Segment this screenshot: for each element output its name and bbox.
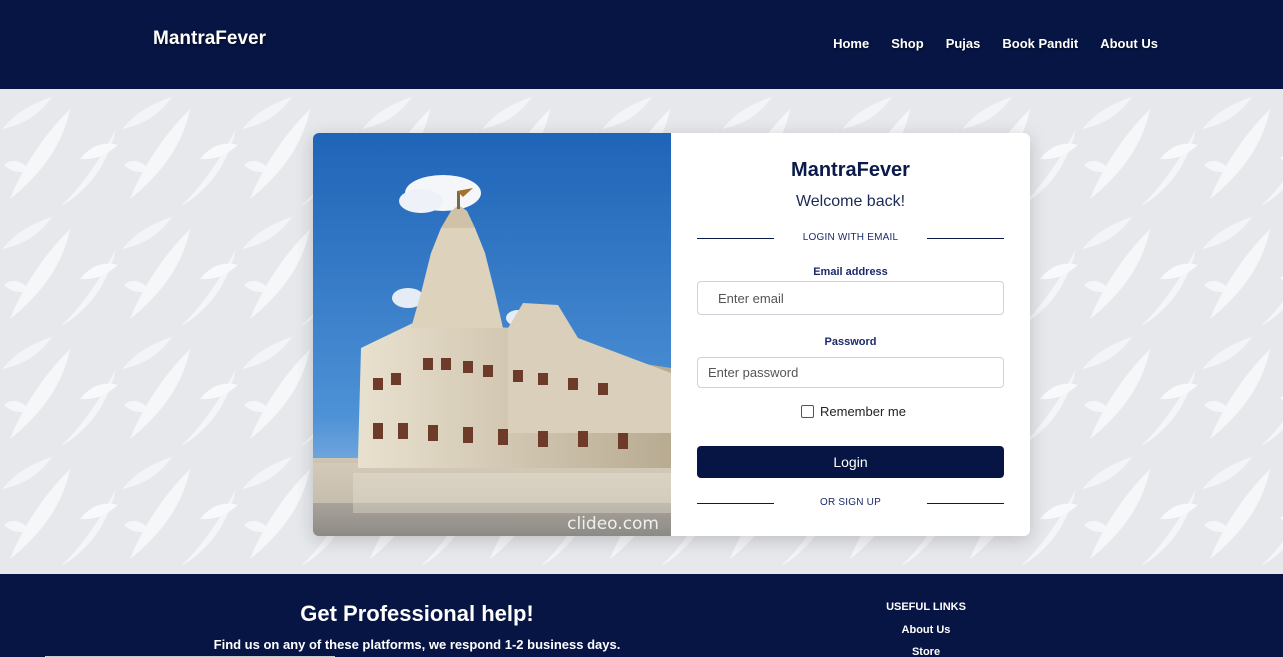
welcome-text: Welcome back! xyxy=(795,193,906,210)
password-input[interactable] xyxy=(697,357,1004,388)
divider-line xyxy=(927,503,1004,504)
nav-link-pujas[interactable]: Pujas xyxy=(946,36,981,51)
photo-watermark: clideo.com xyxy=(567,514,659,534)
password-label: Password xyxy=(824,336,877,348)
email-label: Email address xyxy=(813,266,888,278)
login-card: clideo.com MantraFever Welcome back! LOG… xyxy=(313,133,1030,536)
login-button[interactable]: Login xyxy=(697,446,1004,478)
navbar-brand[interactable]: MantraFever xyxy=(153,28,266,50)
login-form: MantraFever Welcome back! LOGIN WITH EMA… xyxy=(671,133,1030,536)
login-with-email-divider: LOGIN WITH EMAIL xyxy=(697,232,1004,246)
nav-link-book-pandit[interactable]: Book Pandit xyxy=(1002,36,1078,51)
email-input[interactable] xyxy=(697,281,1004,315)
useful-links-title: USEFUL LINKS xyxy=(886,601,966,613)
form-brand-title: MantraFever xyxy=(791,159,910,181)
help-subtitle: Find us on any of these platforms, we re… xyxy=(213,637,621,652)
nav-links: Home Shop Pujas Book Pandit About Us xyxy=(833,36,1158,51)
top-navbar: MantraFever Home Shop Pujas Book Pandit … xyxy=(0,0,1283,89)
nav-link-about-us[interactable]: About Us xyxy=(1100,36,1158,51)
remember-me-checkbox[interactable] xyxy=(801,405,814,418)
or-sign-up-divider: OR SIGN UP xyxy=(697,497,1004,511)
divider-line xyxy=(927,238,1004,239)
remember-me-option[interactable]: Remember me xyxy=(801,404,906,419)
temple-photo: clideo.com xyxy=(313,133,671,536)
help-title: Get Professional help! xyxy=(300,601,534,626)
footer: Get Professional help! Find us on any of… xyxy=(0,574,1283,657)
footer-link-about-us[interactable]: About Us xyxy=(866,624,986,636)
footer-link-store[interactable]: Store xyxy=(866,646,986,657)
nav-link-home[interactable]: Home xyxy=(833,36,869,51)
nav-link-shop[interactable]: Shop xyxy=(891,36,924,51)
remember-me-label: Remember me xyxy=(820,404,906,419)
